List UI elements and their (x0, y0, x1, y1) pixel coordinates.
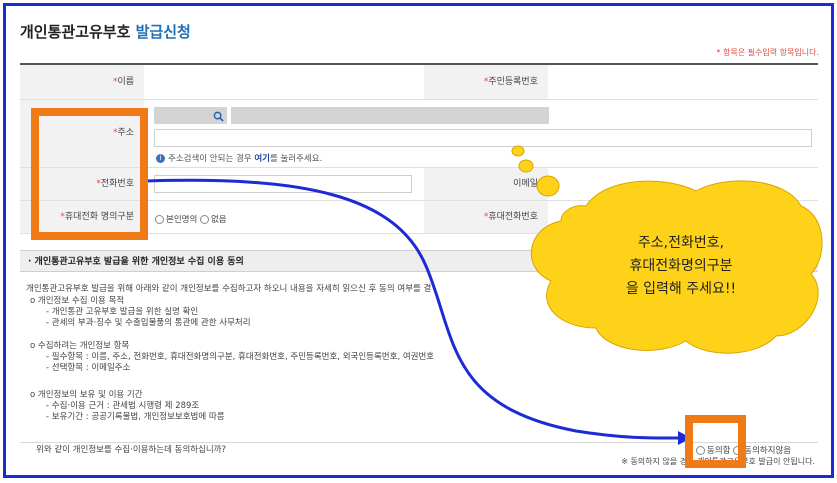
thought-dot-small (511, 145, 525, 157)
screenshot-frame: { "header": { "title_main": "개인통관고유부호", … (3, 3, 834, 478)
highlight-box-fields (31, 108, 148, 240)
thought-dot-medium (518, 159, 534, 173)
callout-text: 주소,전화번호, 휴대전화명의구분 을 입력해 주세요!! (566, 232, 796, 301)
callout-line-3: 을 입력해 주세요!! (625, 281, 737, 297)
highlight-box-agree (685, 415, 746, 468)
callout-line-1: 주소,전화번호, (637, 235, 725, 251)
thought-dot-large (536, 175, 560, 197)
callout-line-2: 휴대전화명의구분 (629, 258, 733, 274)
